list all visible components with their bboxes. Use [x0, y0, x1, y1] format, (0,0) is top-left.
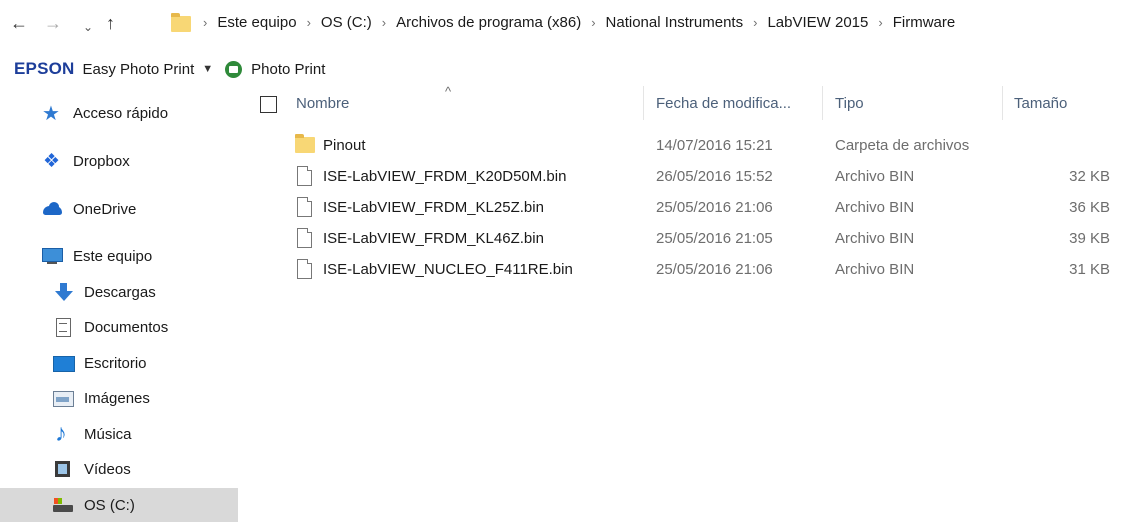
breadcrumb-separator[interactable]: ›: [591, 15, 595, 30]
cloud-icon: [42, 200, 64, 218]
sidebar-item-escritorio[interactable]: Escritorio: [0, 346, 238, 380]
sidebar-item-videos[interactable]: Vídeos: [0, 452, 238, 486]
sidebar-item-documentos[interactable]: Documentos: [0, 310, 238, 344]
printer-icon[interactable]: [225, 60, 243, 78]
file-name: ISE-LabVIEW_NUCLEO_F411RE.bin: [323, 261, 573, 278]
file-type: Archivo BIN: [835, 199, 915, 216]
table-row[interactable]: ISE-LabVIEW_FRDM_KL25Z.bin 25/05/2016 21…: [242, 192, 1137, 223]
breadcrumb-national-instruments[interactable]: National Instruments: [606, 14, 744, 31]
file-date: 25/05/2016 21:06: [656, 199, 773, 216]
sidebar-item-label: Escritorio: [84, 354, 147, 372]
dropbox-icon: [42, 150, 64, 173]
recent-locations-button[interactable]: ⌄: [83, 16, 93, 38]
sidebar-item-dropbox[interactable]: Dropbox: [0, 144, 238, 178]
table-row[interactable]: ISE-LabVIEW_FRDM_KL46Z.bin 25/05/2016 21…: [242, 223, 1137, 254]
sidebar-item-label: Acceso rápido: [73, 104, 169, 122]
sidebar-item-este-equipo[interactable]: Este equipo: [0, 239, 238, 273]
sidebar-item-imagenes[interactable]: Imágenes: [0, 381, 238, 415]
forward-button[interactable]: →: [44, 12, 62, 34]
file-name: ISE-LabVIEW_FRDM_KL25Z.bin: [323, 199, 544, 216]
column-header-size[interactable]: Tamaño: [1014, 86, 1067, 120]
column-header-type[interactable]: Tipo: [835, 86, 864, 120]
column-header-date[interactable]: Fecha de modifica...: [656, 86, 791, 120]
sort-ascending-icon: ^: [445, 84, 452, 99]
sidebar-item-label: OS (C:): [84, 496, 135, 514]
file-type: Archivo BIN: [835, 230, 915, 247]
file-type: Carpeta de archivos: [835, 137, 970, 154]
star-icon: [42, 101, 64, 126]
sidebar-item-label: Música: [84, 425, 132, 443]
sidebar-item-label: Descargas: [84, 283, 156, 301]
breadcrumb-separator[interactable]: ›: [753, 15, 757, 30]
computer-icon: [42, 247, 64, 265]
breadcrumb-labview-2015[interactable]: LabVIEW 2015: [767, 14, 868, 31]
document-icon: [53, 318, 75, 337]
sidebar-item-musica[interactable]: Música: [0, 417, 238, 451]
address-bar: ← → ⌄ ↑ › Este equipo › OS (C:) › Archiv…: [0, 0, 1137, 48]
file-type: Archivo BIN: [835, 261, 915, 278]
file-date: 25/05/2016 21:06: [656, 261, 773, 278]
sidebar-item-label: Dropbox: [73, 152, 130, 170]
sidebar-item-label: Este equipo: [73, 247, 153, 265]
music-icon: [53, 420, 75, 448]
photo-print-button[interactable]: Photo Print: [251, 61, 325, 78]
file-icon: [297, 259, 312, 279]
file-type: Archivo BIN: [835, 168, 915, 185]
sidebar-item-descargas[interactable]: Descargas: [0, 275, 238, 309]
file-icon: [297, 197, 312, 217]
file-size: 39 KB: [1069, 230, 1110, 247]
column-divider[interactable]: [822, 86, 823, 120]
back-button[interactable]: ←: [10, 12, 28, 34]
file-date: 25/05/2016 21:05: [656, 230, 773, 247]
file-icon: [297, 166, 312, 186]
sidebar-item-label: Vídeos: [84, 460, 131, 478]
breadcrumb-firmware[interactable]: Firmware: [893, 14, 956, 31]
sidebar-item-acceso-rapido[interactable]: Acceso rápido: [0, 96, 238, 130]
breadcrumb-archivos-de-programa[interactable]: Archivos de programa (x86): [396, 14, 581, 31]
table-row[interactable]: ISE-LabVIEW_FRDM_K20D50M.bin 26/05/2016 …: [242, 161, 1137, 192]
column-divider[interactable]: [643, 86, 644, 120]
breadcrumb: › Este equipo › OS (C:) › Archivos de pr…: [203, 14, 955, 31]
breadcrumb-separator[interactable]: ›: [307, 15, 311, 30]
sidebar-item-label: OneDrive: [73, 200, 137, 218]
column-header-name[interactable]: Nombre: [296, 86, 349, 120]
file-date: 14/07/2016 15:21: [656, 137, 773, 154]
file-name: ISE-LabVIEW_FRDM_KL46Z.bin: [323, 230, 544, 247]
sidebar-item-os-c[interactable]: OS (C:): [0, 488, 238, 522]
sidebar-item-label: Documentos: [84, 318, 169, 336]
file-name: ISE-LabVIEW_FRDM_K20D50M.bin: [323, 168, 567, 185]
videos-icon: [53, 460, 75, 478]
up-button[interactable]: ↑: [106, 12, 115, 34]
folder-icon: [295, 134, 315, 153]
file-size: 32 KB: [1069, 168, 1110, 185]
navigation-pane: Acceso rápido Dropbox OneDrive Este equi…: [0, 92, 240, 522]
breadcrumb-os-c[interactable]: OS (C:): [321, 14, 372, 31]
folder-icon: [171, 13, 191, 32]
file-date: 26/05/2016 15:52: [656, 168, 773, 185]
file-icon: [297, 228, 312, 248]
desktop-icon: [53, 354, 75, 372]
drive-icon: [53, 496, 75, 514]
table-row[interactable]: ISE-LabVIEW_NUCLEO_F411RE.bin 25/05/2016…: [242, 254, 1137, 285]
breadcrumb-separator[interactable]: ›: [878, 15, 882, 30]
sidebar-item-onedrive[interactable]: OneDrive: [0, 192, 238, 226]
breadcrumb-separator[interactable]: ›: [382, 15, 386, 30]
epson-logo: EPSON: [14, 59, 75, 78]
sidebar-item-label: Imágenes: [84, 389, 150, 407]
chevron-down-icon[interactable]: ▼: [202, 63, 213, 75]
easy-photo-print-button[interactable]: Easy Photo Print: [83, 61, 195, 78]
column-divider[interactable]: [1002, 86, 1003, 120]
file-size: 31 KB: [1069, 261, 1110, 278]
file-list: ^ Nombre Fecha de modifica... Tipo Tamañ…: [242, 84, 1137, 518]
file-size: 36 KB: [1069, 199, 1110, 216]
table-row[interactable]: Pinout 14/07/2016 15:21 Carpeta de archi…: [242, 130, 1137, 161]
breadcrumb-este-equipo[interactable]: Este equipo: [217, 14, 296, 31]
pictures-icon: [53, 389, 75, 407]
select-all-checkbox[interactable]: [260, 96, 277, 113]
download-icon: [53, 283, 75, 301]
file-name: Pinout: [323, 137, 366, 154]
breadcrumb-separator: ›: [203, 15, 208, 30]
epson-toolbar: EPSON Easy Photo Print ▼ Photo Print: [0, 52, 325, 86]
